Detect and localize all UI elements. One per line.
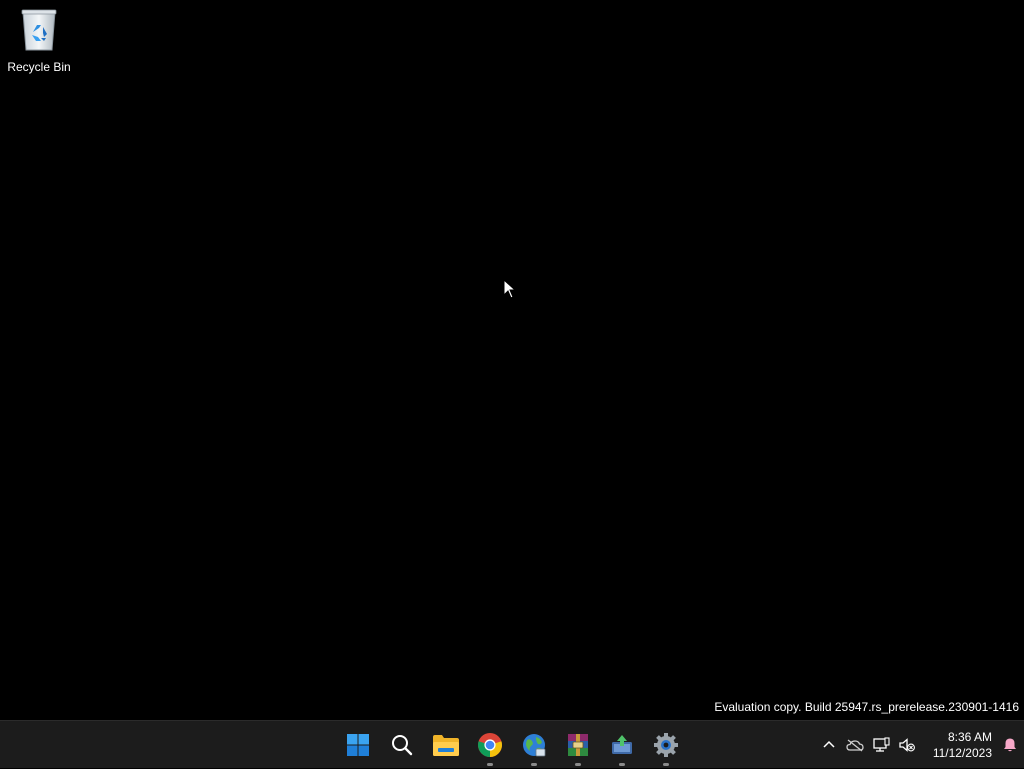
running-indicator xyxy=(487,763,493,766)
taskbar-apps xyxy=(336,721,688,769)
notification-center-button[interactable] xyxy=(996,725,1024,765)
file-explorer-button[interactable] xyxy=(424,723,468,767)
desktop-icon-label: Recycle Bin xyxy=(7,60,71,74)
show-hidden-icons-button[interactable] xyxy=(816,725,842,765)
chevron-up-icon xyxy=(823,740,835,748)
network-icon xyxy=(873,737,890,752)
folder-icon xyxy=(433,735,459,756)
network-app-button[interactable] xyxy=(512,723,556,767)
clock-date: 11/12/2023 xyxy=(932,746,992,760)
running-indicator xyxy=(531,763,537,766)
winrar-icon xyxy=(568,734,588,756)
chrome-icon xyxy=(478,733,502,757)
running-indicator xyxy=(663,763,669,766)
installer-button[interactable] xyxy=(600,723,644,767)
clock-time: 8:36 AM xyxy=(947,730,992,744)
onedrive-offline-icon xyxy=(846,739,864,752)
volume-muted-icon xyxy=(899,738,915,752)
desktop[interactable]: Recycle Bin Evaluation copy. Build 25947… xyxy=(0,0,1024,720)
evaluation-watermark: Evaluation copy. Build 25947.rs_prerelea… xyxy=(714,700,1019,714)
network-tray-button[interactable] xyxy=(868,725,894,765)
bell-icon xyxy=(1004,738,1016,752)
desktop-icon-recycle-bin[interactable]: Recycle Bin xyxy=(4,6,74,76)
search-button[interactable] xyxy=(380,723,424,767)
winrar-button[interactable] xyxy=(556,723,600,767)
clock[interactable]: 8:36 AM 11/12/2023 xyxy=(920,725,996,765)
volume-tray-button[interactable] xyxy=(894,725,920,765)
installer-icon xyxy=(612,735,632,754)
onedrive-tray-button[interactable] xyxy=(842,725,868,765)
running-indicator xyxy=(619,763,625,766)
chrome-button[interactable] xyxy=(468,723,512,767)
recycle-bin-icon xyxy=(21,9,57,51)
settings-button[interactable] xyxy=(644,723,688,767)
globe-icon xyxy=(523,734,546,757)
windows-logo-icon xyxy=(347,734,369,756)
gear-icon xyxy=(654,733,678,757)
mouse-cursor-icon xyxy=(503,279,517,299)
running-indicator xyxy=(575,763,581,766)
taskbar: 8:36 AM 11/12/2023 xyxy=(0,720,1024,768)
start-button[interactable] xyxy=(336,723,380,767)
search-icon xyxy=(392,735,413,756)
system-tray: 8:36 AM 11/12/2023 xyxy=(816,721,1024,769)
